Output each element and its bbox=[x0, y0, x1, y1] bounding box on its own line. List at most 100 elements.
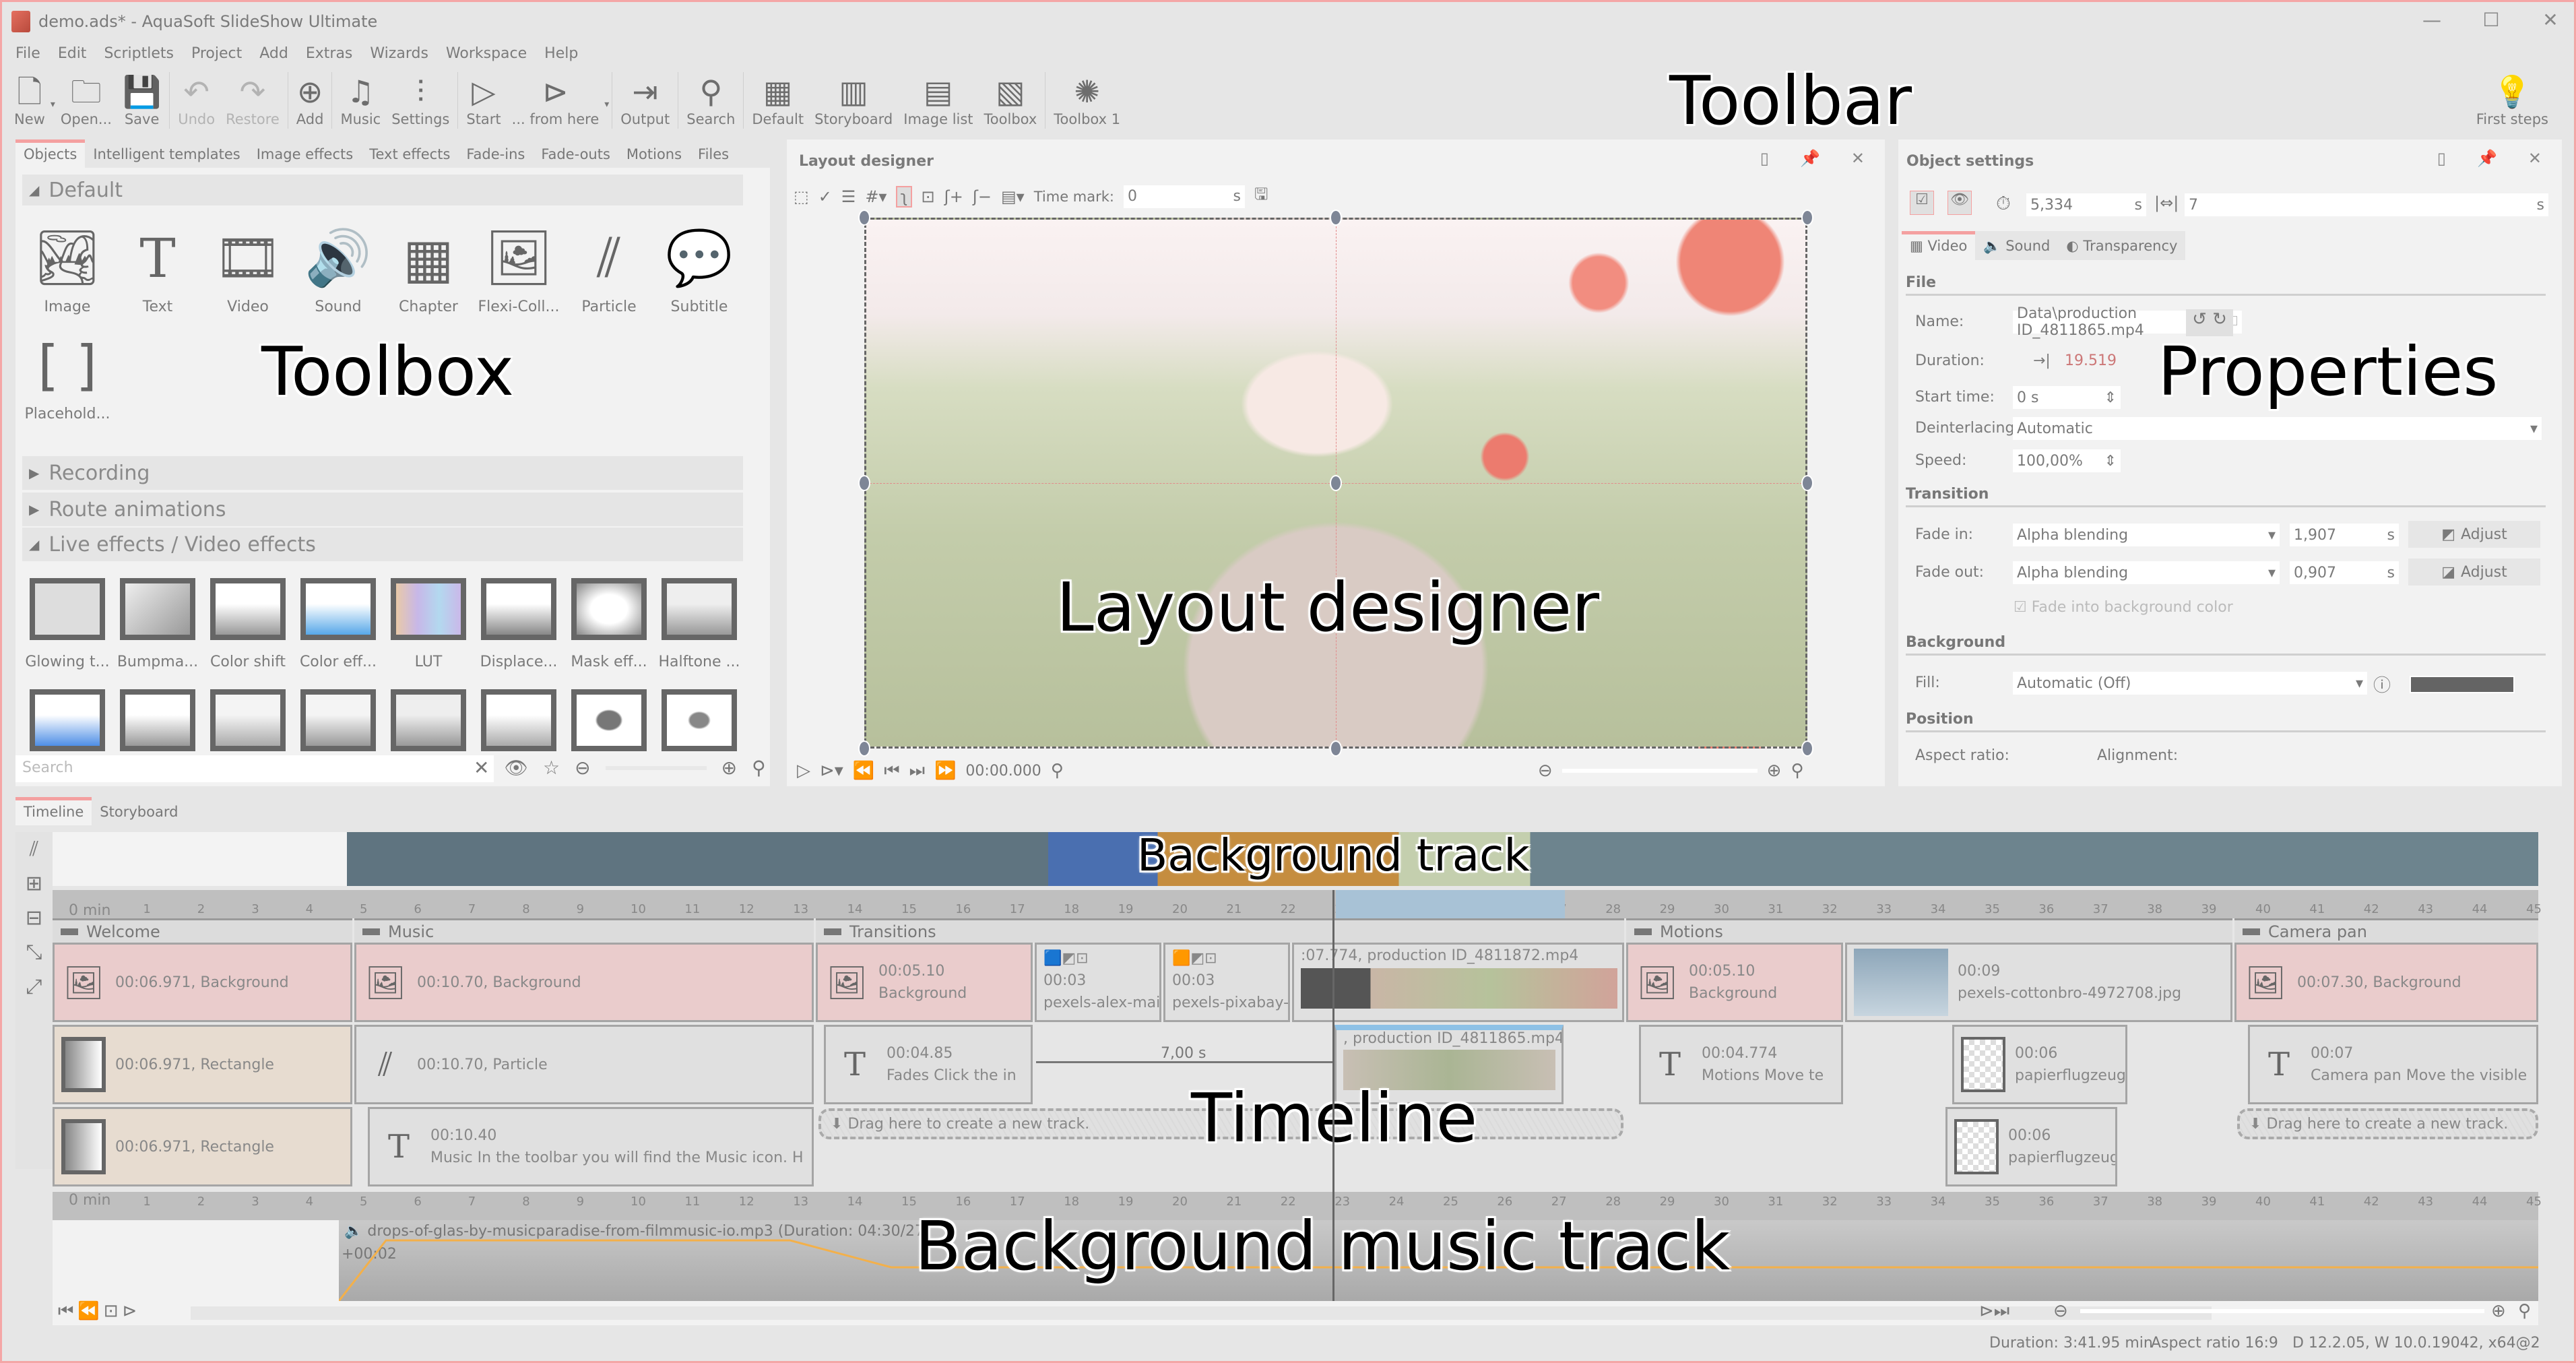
tab-video[interactable]: ▦ Video bbox=[1902, 231, 1976, 260]
effect-item-halftone[interactable]: Halftone ... bbox=[654, 578, 744, 670]
add-button[interactable]: ⊕ Add bbox=[291, 72, 329, 127]
toolbox-button[interactable]: ▧ Toolbox bbox=[979, 72, 1043, 127]
undo-button[interactable]: ↶ Undo bbox=[172, 72, 220, 127]
shrink-view-icon[interactable]: ⤡ bbox=[15, 941, 53, 964]
drag-new-track-zone[interactable]: ⬇ Drag here to create a new track. bbox=[2237, 1108, 2538, 1139]
open-button[interactable]: 🗀 Open... bbox=[55, 72, 117, 127]
menu-workspace[interactable]: Workspace bbox=[446, 45, 527, 62]
fade-out-select[interactable]: Alpha blending ▾ bbox=[2013, 561, 2280, 584]
visibility-toggle-icon[interactable]: 👁 bbox=[1947, 191, 1972, 215]
fill-color-swatch[interactable] bbox=[2410, 676, 2515, 693]
timeline-scrollbar[interactable] bbox=[191, 1306, 2212, 1320]
toolbox-item-text[interactable]: T Text bbox=[112, 218, 203, 316]
preview-zoom-in-icon[interactable]: ⊕ bbox=[1767, 761, 1782, 781]
fade-bg-checkbox[interactable]: ☑ Fade into background color bbox=[2014, 599, 2233, 616]
toolbox-item-video[interactable]: 🎞 Video bbox=[203, 218, 293, 315]
collapse-chapter-icon[interactable] bbox=[1634, 928, 1652, 935]
menu-extras[interactable]: Extras bbox=[306, 45, 353, 62]
section-default[interactable]: ◢ Default bbox=[22, 175, 743, 205]
clip-pexels-cottonbro[interactable]: 00:09 pexels-cottonbro-4972708.jpg bbox=[1845, 943, 2232, 1022]
resize-handle[interactable] bbox=[858, 210, 870, 226]
expand-tracks-icon[interactable]: ⊞ bbox=[15, 872, 53, 895]
default-button[interactable]: ▦ Default bbox=[746, 72, 809, 127]
zoom-fit-icon[interactable]: ⚲ bbox=[752, 757, 766, 779]
info-icon[interactable]: ⓘ bbox=[2373, 672, 2391, 697]
menu-scriptlets[interactable]: Scriptlets bbox=[104, 45, 174, 62]
storyboard-button[interactable]: ▥ Storyboard bbox=[809, 72, 898, 127]
music-ruler[interactable]: 0 min 1 2 3 4 5 6 7 8 9 10 11 12 13 14 15 16 17 18 19 20 21 2… bbox=[53, 1192, 2542, 1220]
close-icon[interactable]: ✕ bbox=[2540, 9, 2561, 31]
pin-icon[interactable]: 📌 bbox=[2477, 149, 2497, 168]
time-mark-input[interactable]: 0s bbox=[1124, 185, 1245, 208]
chapter-music[interactable]: Music bbox=[354, 918, 814, 943]
snap-icon[interactable]: ⫽ bbox=[15, 837, 53, 861]
add-point-icon[interactable]: ʃ+ bbox=[944, 187, 963, 206]
toolbox-item-chapter[interactable]: ▦ Chapter bbox=[383, 218, 474, 316]
effect-item[interactable] bbox=[22, 689, 112, 751]
play-from-here-icon[interactable]: ⊳▾ bbox=[820, 761, 843, 781]
play-icon[interactable]: ▷ bbox=[797, 761, 810, 781]
rewind-icon[interactable]: ⏪ bbox=[853, 761, 874, 781]
clip-motions-text[interactable]: T 00:04.774 Motions Move te bbox=[1639, 1025, 1843, 1104]
resize-handle[interactable] bbox=[1330, 740, 1342, 757]
select-tool-icon[interactable]: ⬚ bbox=[794, 187, 809, 206]
settings-button[interactable]: ⫶ Settings bbox=[386, 72, 455, 127]
deinterlacing-select[interactable]: Automatic ▾ bbox=[2013, 417, 2542, 440]
effect-item-lut[interactable]: LUT bbox=[383, 578, 474, 670]
effect-item-displace[interactable]: Displace... bbox=[474, 578, 564, 670]
clip-particle[interactable]: ⫽ 00:10.70, Particle bbox=[354, 1025, 814, 1104]
align-tool-icon[interactable]: ☰ bbox=[841, 187, 856, 206]
tab-image-effects[interactable]: Image effects bbox=[249, 139, 361, 168]
camera-icon[interactable]: ⊡ bbox=[922, 187, 935, 206]
effect-item-color-eff[interactable]: Color eff... bbox=[293, 578, 383, 670]
tab-fade-outs[interactable]: Fade-outs bbox=[533, 139, 618, 168]
enabled-toggle-icon[interactable]: ☑ bbox=[1910, 191, 1934, 215]
timeline-mark-icon[interactable]: ▤▾ bbox=[1001, 187, 1025, 206]
clip-pexels-pixabay[interactable]: 🟧◩⊡ 00:03 pexels-pixabay- bbox=[1163, 943, 1290, 1022]
toolbox-1-button[interactable]: ✺ Toolbox 1 bbox=[1048, 72, 1126, 127]
tab-fade-ins[interactable]: Fade-ins bbox=[458, 139, 533, 168]
effect-item-color-shift[interactable]: Color shift bbox=[203, 578, 293, 670]
speed-input[interactable]: 100,00% ⇕ bbox=[2013, 449, 2121, 472]
collapse-chapter-icon[interactable] bbox=[362, 928, 380, 935]
clip-music-background[interactable]: 🖼 00:10.70, Background bbox=[354, 943, 814, 1022]
dropdown-arrow-icon[interactable]: ▾ bbox=[604, 99, 609, 110]
zoom-out-icon[interactable]: ⊖ bbox=[575, 757, 590, 779]
check-tool-icon[interactable]: ✓ bbox=[818, 187, 832, 206]
image-list-button[interactable]: ▤ Image list bbox=[898, 72, 978, 127]
start-button[interactable]: ▷ Start bbox=[461, 72, 506, 127]
effect-item[interactable] bbox=[564, 689, 654, 751]
clip-production-4811865[interactable]: , production ID_4811865.mp4 bbox=[1334, 1025, 1564, 1104]
resize-handle[interactable] bbox=[1801, 210, 1813, 226]
motion-path-icon[interactable]: ʅ bbox=[896, 185, 912, 208]
save-mark-icon[interactable]: 🖫 bbox=[1254, 183, 1268, 210]
drag-new-track-zone[interactable]: ⬇ Drag here to create a new track. bbox=[818, 1108, 1623, 1139]
toolbox-item-sound[interactable]: 🔊 Sound bbox=[293, 218, 383, 315]
zoom-in-icon[interactable]: ⊕ bbox=[721, 757, 737, 779]
menu-wizards[interactable]: Wizards bbox=[370, 45, 428, 62]
resize-handle[interactable] bbox=[1330, 475, 1342, 491]
toolbox-item-placehold[interactable]: [ ] Placehold... bbox=[22, 325, 112, 423]
menu-add[interactable]: Add bbox=[259, 45, 288, 62]
menu-file[interactable]: File bbox=[15, 45, 40, 62]
clip-transitions-background[interactable]: 🖼 00:05.10 Background bbox=[816, 943, 1033, 1022]
object-duration-input[interactable]: 5,334 s bbox=[2026, 193, 2146, 216]
object-width-input[interactable]: 7s bbox=[2185, 193, 2548, 216]
chapter-camera-pan[interactable]: Camera pan bbox=[2234, 918, 2538, 943]
collapse-chapter-icon[interactable] bbox=[824, 928, 841, 935]
start-time-input[interactable]: 0 s ⇕ bbox=[2013, 386, 2121, 409]
tab-intelligent-templates[interactable]: Intelligent templates bbox=[85, 139, 248, 168]
clip-papierflugzeug-1[interactable]: 00:06 papierflugzeug.png bbox=[1952, 1025, 2127, 1104]
chapter-welcome[interactable]: Welcome bbox=[53, 918, 352, 943]
float-icon[interactable]: ▯ bbox=[1760, 149, 1769, 168]
toolbox-item-particle[interactable]: ⫽ Particle bbox=[564, 218, 654, 315]
clear-search-icon[interactable]: ✕ bbox=[474, 757, 489, 779]
tab-sound[interactable]: 🔈 Sound bbox=[1975, 231, 2059, 260]
timeline-zoom-out-icon[interactable]: ⊖ bbox=[2053, 1301, 2068, 1321]
output-button[interactable]: ⇥ Output bbox=[615, 72, 675, 127]
preview-zoom-slider[interactable] bbox=[1561, 769, 1758, 773]
expand-view-icon[interactable]: ⤢ bbox=[15, 975, 53, 999]
chapter-transitions[interactable]: Transitions bbox=[816, 918, 1624, 943]
fade-in-adjust-button[interactable]: ◩ Adjust bbox=[2408, 521, 2540, 548]
background-music-clip[interactable]: 🔈 drops-of-glas-by-musicparadise-from-fi… bbox=[339, 1220, 2538, 1301]
